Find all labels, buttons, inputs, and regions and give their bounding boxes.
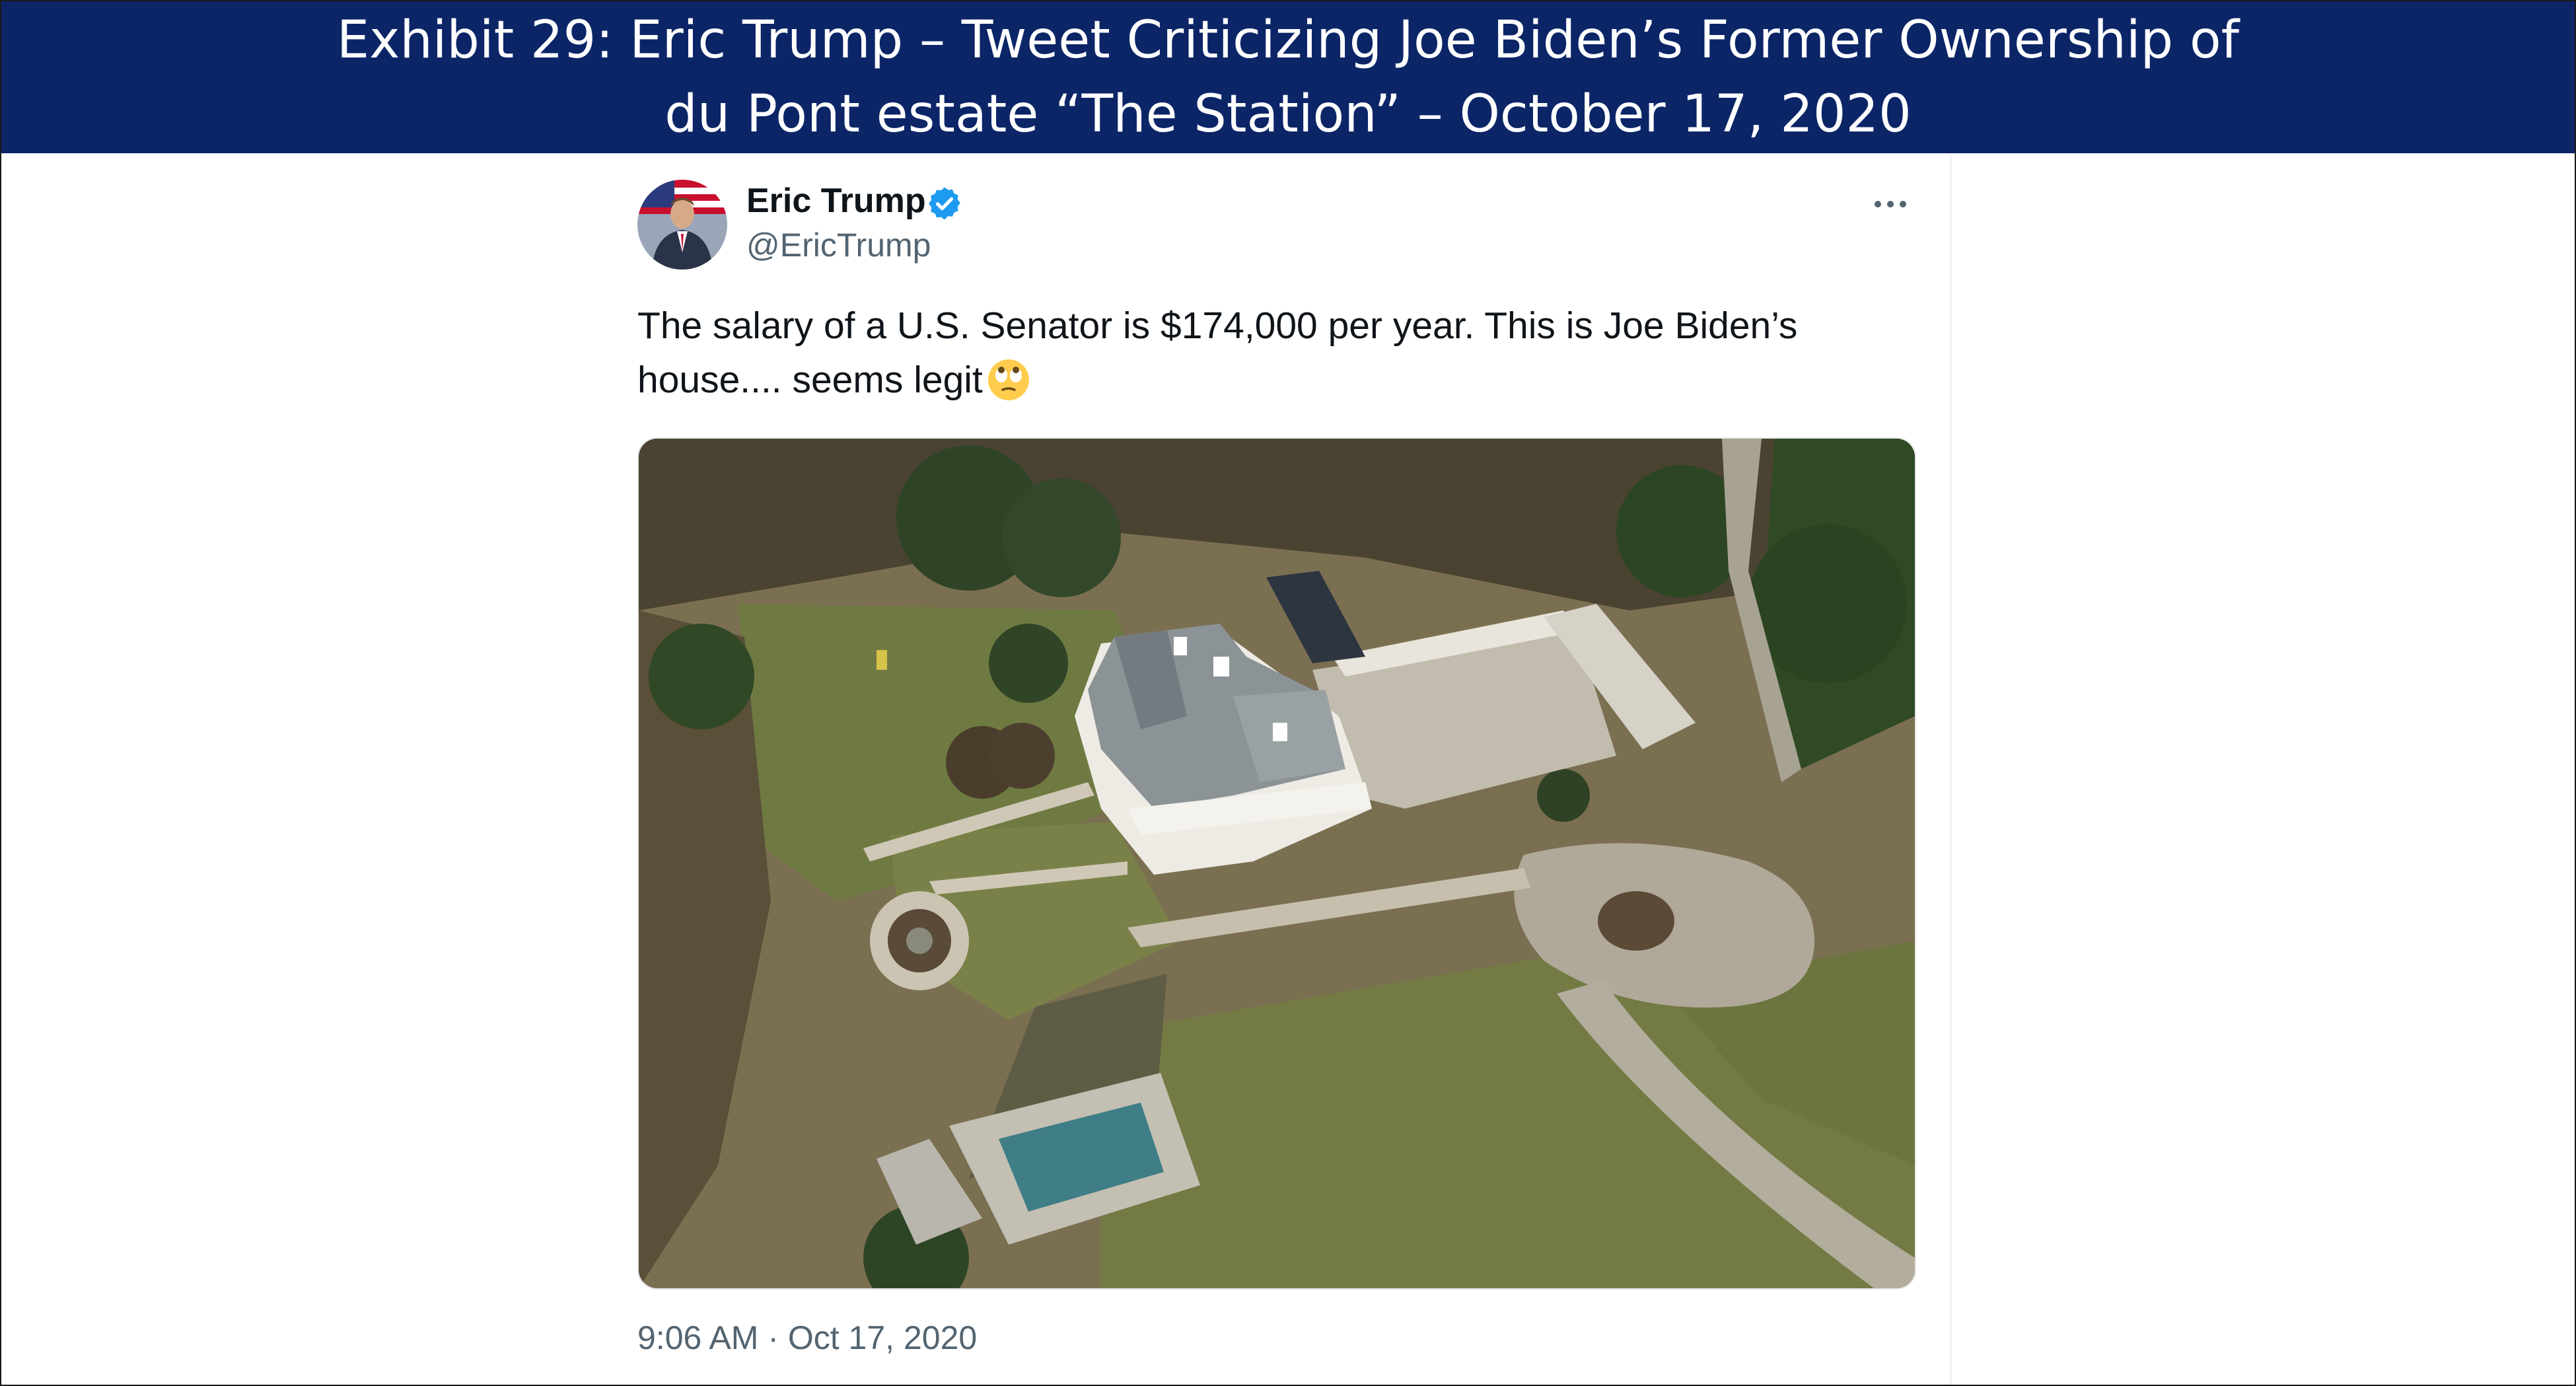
- author-name[interactable]: Eric Trump: [746, 181, 926, 221]
- more-options-icon[interactable]: [1867, 194, 1914, 214]
- tweet-card: Eric Trump @EricTrump The salary of a U.…: [579, 155, 1952, 1385]
- tweet-timestamp[interactable]: 9:06 AM · Oct 17, 2020: [637, 1319, 977, 1357]
- author-handle[interactable]: @EricTrump: [746, 226, 931, 264]
- exhibit-banner: Exhibit 29: Eric Trump – Tweet Criticizi…: [1, 1, 2575, 153]
- face-with-rolling-eyes-emoji-icon: [987, 358, 1030, 402]
- tweet-body: The salary of a U.S. Senator is $174,000…: [637, 305, 1798, 401]
- avatar[interactable]: [637, 180, 727, 270]
- exhibit-title-line-1: Exhibit 29: Eric Trump – Tweet Criticizi…: [336, 11, 2240, 70]
- tweet-text: The salary of a U.S. Senator is $174,000…: [637, 299, 1892, 407]
- aerial-photo-of-estate[interactable]: [637, 437, 1916, 1290]
- exhibit-frame: Exhibit 29: Eric Trump – Tweet Criticizi…: [0, 0, 2576, 1386]
- exhibit-title-line-2: du Pont estate “The Station” – October 1…: [664, 85, 1912, 144]
- verified-badge-icon: [926, 185, 963, 222]
